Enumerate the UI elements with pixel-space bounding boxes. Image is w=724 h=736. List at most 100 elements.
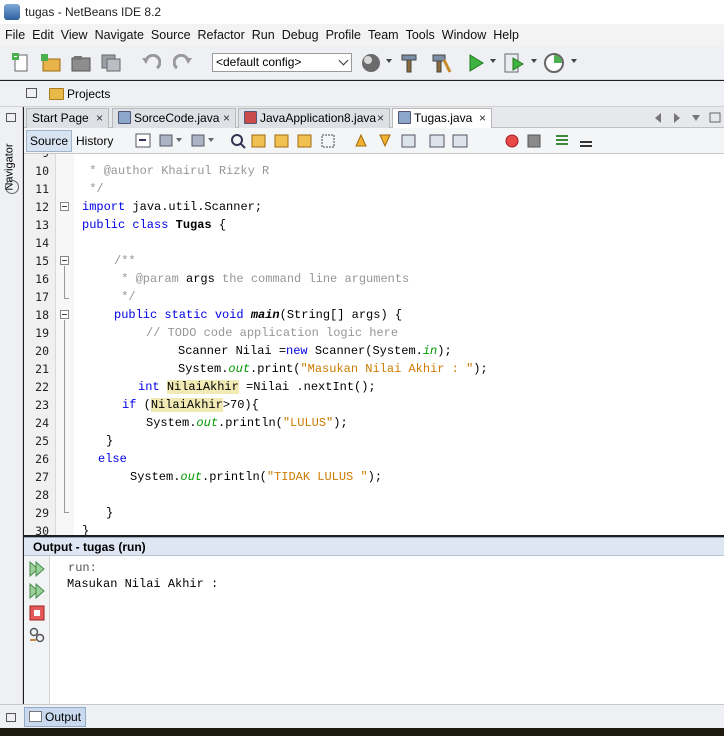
menu-navigate[interactable]: Navigate [92, 28, 147, 42]
config-select[interactable]: <default config> [212, 53, 352, 72]
close-icon[interactable]: × [479, 109, 486, 127]
code-editor[interactable]: * * @author Khairul Rizky R */ import ja… [74, 154, 724, 535]
restore-window-icon[interactable] [26, 88, 37, 98]
window-title: tugas - NetBeans IDE 8.2 [25, 5, 162, 19]
run-dropdown-arrow[interactable] [490, 59, 496, 63]
line-number: 13 [35, 218, 49, 232]
line-number: 14 [35, 236, 49, 250]
tab-javaapplication8-java[interactable]: JavaApplication8.java × [238, 108, 390, 128]
config-select-value: <default config> [216, 55, 302, 69]
tab-navigation-controls[interactable] [652, 112, 722, 124]
undo-icon[interactable] [140, 52, 162, 74]
open-project-icon[interactable] [70, 52, 92, 74]
menu-run[interactable]: Run [249, 28, 278, 42]
code-line-22: int NilaiAkhir =Nilai .nextInt(); [138, 380, 376, 394]
code-line-18: public static void main(String[] args) { [114, 308, 403, 322]
hammer-build-icon[interactable] [398, 52, 420, 74]
line-number: 17 [35, 290, 49, 304]
debug-dropdown-arrow[interactable] [531, 59, 537, 63]
code-line-19: // TODO code application logic here [146, 326, 399, 340]
close-icon[interactable]: × [223, 109, 230, 127]
new-file-icon[interactable] [10, 52, 32, 74]
editor-toolbar: Source History [24, 128, 724, 154]
history-view-button[interactable]: History [76, 131, 113, 151]
menu-profile[interactable]: Profile [323, 28, 364, 42]
code-line-30: } [82, 524, 90, 535]
source-view-button[interactable]: Source [26, 130, 72, 152]
fold-toggle-icon[interactable] [60, 256, 69, 265]
projects-folder-icon [49, 88, 64, 100]
desktop-background [0, 728, 724, 736]
tab-label: SorceCode.java [134, 111, 220, 125]
redo-icon[interactable] [172, 52, 194, 74]
line-number: 16 [35, 272, 49, 286]
restore-window-icon[interactable] [6, 113, 16, 122]
menu-tools[interactable]: Tools [403, 28, 438, 42]
tab-label: JavaApplication8.java [260, 111, 377, 125]
menu-team[interactable]: Team [365, 28, 402, 42]
line-number: 29 [35, 506, 49, 520]
line-number: 15 [35, 254, 49, 268]
run-project-icon[interactable] [465, 52, 487, 74]
tab-label: Start Page [32, 111, 89, 125]
profile-dropdown-arrow[interactable] [571, 59, 577, 63]
rerun-with-params-icon[interactable] [28, 582, 46, 600]
menu-source[interactable]: Source [148, 28, 194, 42]
output-minimized-tab[interactable]: Output [24, 707, 86, 727]
code-line-21: System.out.print("Masukan Nilai Akhir : … [178, 362, 488, 376]
output-panel-header[interactable]: Output - tugas (run) [24, 537, 724, 556]
main-toolbar [0, 46, 724, 80]
menu-edit[interactable]: Edit [29, 28, 57, 42]
clean-build-icon[interactable] [430, 52, 452, 74]
code-line-16: * @param args the command line arguments [114, 272, 410, 286]
new-project-icon[interactable] [40, 52, 62, 74]
projects-panel-button[interactable]: Projects [67, 87, 110, 101]
line-number: 20 [35, 344, 49, 358]
close-icon[interactable]: × [377, 109, 384, 127]
menu-refactor[interactable]: Refactor [195, 28, 248, 42]
menu-file[interactable]: File [2, 28, 28, 42]
browser-dropdown-arrow[interactable] [386, 59, 392, 63]
rerun-icon[interactable] [28, 560, 46, 578]
save-all-icon[interactable] [100, 52, 122, 74]
line-number: 12 [35, 200, 49, 214]
java-file-icon [398, 111, 411, 124]
close-icon[interactable]: × [96, 109, 103, 127]
code-line-24: System.out.println("LULUS"); [146, 416, 348, 430]
output-toolbar [24, 556, 50, 704]
output-line: run: [68, 561, 97, 575]
tab-label: Tugas.java [414, 111, 473, 125]
debug-project-icon[interactable] [503, 52, 525, 74]
line-number: 30 [35, 524, 49, 535]
line-number: 21 [35, 362, 49, 376]
code-line-29: } [106, 506, 114, 520]
output-line: Masukan Nilai Akhir : [67, 577, 219, 591]
menu-help[interactable]: Help [490, 28, 522, 42]
code-line-12: import java.util.Scanner; [82, 200, 263, 214]
line-number: 26 [35, 452, 49, 466]
tab-tugas-java[interactable]: Tugas.java × [392, 108, 492, 129]
fold-toggle-icon[interactable] [60, 202, 69, 211]
menu-debug[interactable]: Debug [279, 28, 322, 42]
stop-icon[interactable] [28, 604, 46, 622]
navigator-icon [5, 180, 19, 194]
tab-start-page[interactable]: Start Page × [26, 108, 109, 128]
restore-window-icon[interactable] [6, 713, 16, 722]
chevron-down-icon [338, 55, 349, 66]
output-window-icon [29, 711, 42, 722]
fold-toggle-icon[interactable] [60, 310, 69, 319]
output-console[interactable]: run: Masukan Nilai Akhir : [50, 556, 724, 704]
line-number: 22 [35, 380, 49, 394]
settings-icon[interactable] [28, 626, 46, 644]
java-error-file-icon [244, 111, 257, 124]
menu-window[interactable]: Window [439, 28, 489, 42]
profile-project-icon[interactable] [543, 52, 565, 74]
code-line-17: */ [114, 290, 136, 304]
tab-sorcecode-java[interactable]: SorceCode.java × [112, 108, 236, 128]
line-number: 23 [35, 398, 49, 412]
editor-action-icons [135, 133, 592, 149]
projects-strip: Projects [0, 81, 724, 107]
code-line-23: if (NilaiAkhir>70){ [122, 398, 259, 412]
browser-globe-icon[interactable] [360, 52, 382, 74]
menu-view[interactable]: View [58, 28, 91, 42]
